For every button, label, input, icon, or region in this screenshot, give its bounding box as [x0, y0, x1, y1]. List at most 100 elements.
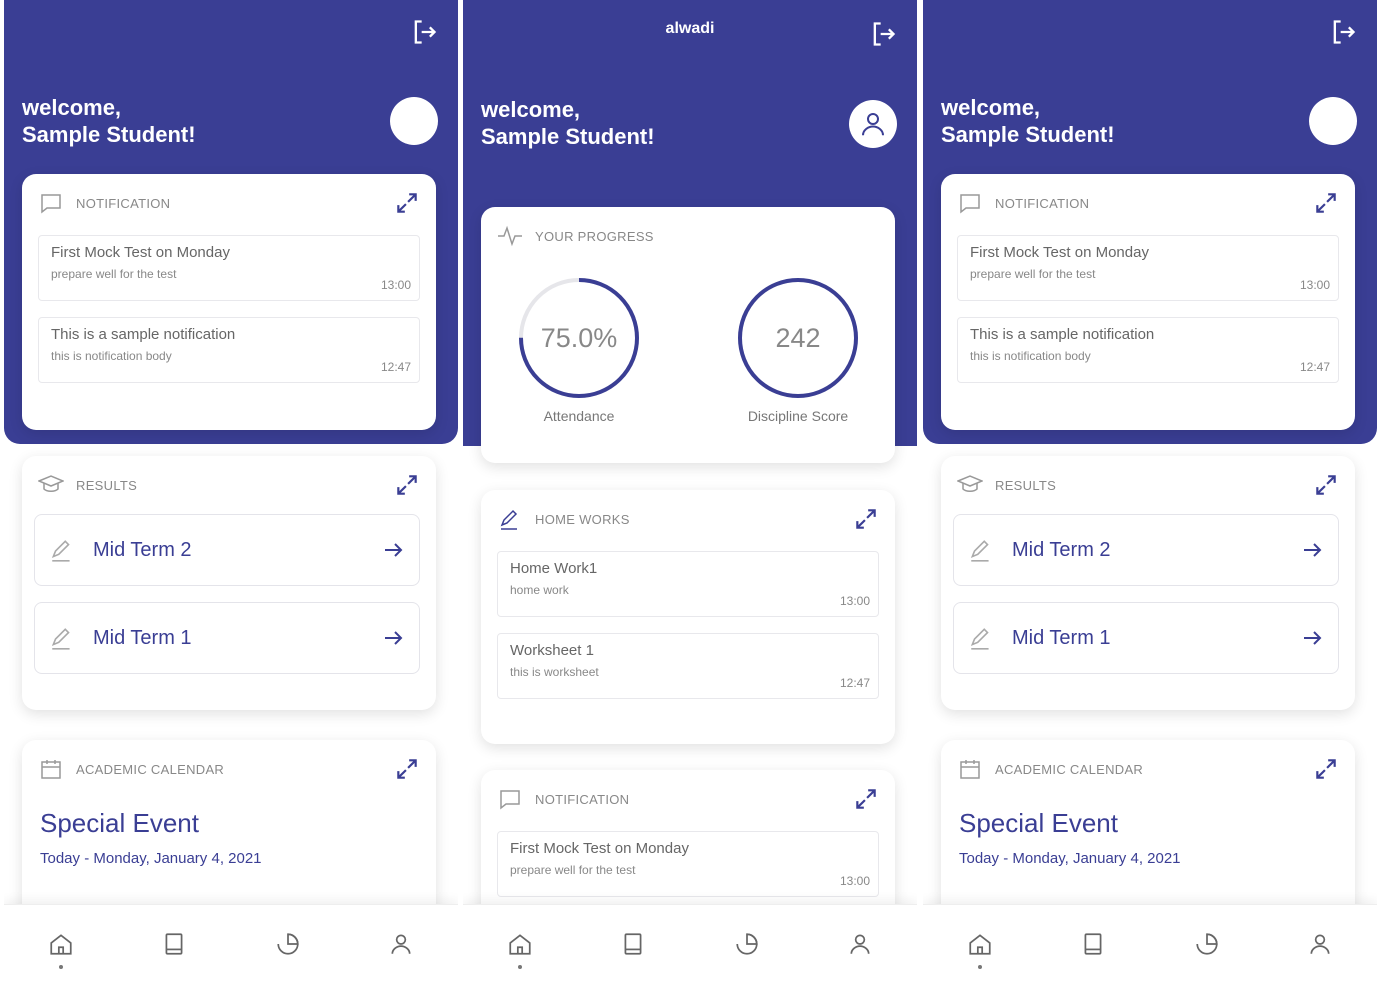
arrow-right-icon[interactable] — [1300, 626, 1324, 650]
tab-books[interactable] — [613, 931, 653, 971]
pie-chart-icon — [1196, 933, 1218, 955]
book-icon — [1084, 933, 1102, 955]
notification-item[interactable]: This is a sample notification this is no… — [957, 317, 1339, 383]
expand-icon[interactable] — [1313, 190, 1339, 216]
tab-profile[interactable] — [840, 931, 880, 971]
calendar-card-title: ACADEMIC CALENDAR — [995, 761, 1144, 777]
notification-item-time: 12:47 — [380, 360, 411, 374]
progress-card: YOUR PROGRESS 75.0% Attendance 242 Disci… — [481, 207, 895, 463]
notification-item-time: 12:47 — [1299, 360, 1330, 374]
home-icon — [969, 934, 991, 955]
homework-item-body: home work — [510, 583, 569, 597]
notification-item-title: First Mock Test on Monday — [510, 840, 689, 857]
avatar[interactable] — [849, 100, 897, 148]
notification-item-time: 13:00 — [1299, 278, 1330, 292]
notification-item[interactable]: First Mock Test on Monday prepare well f… — [38, 235, 420, 301]
active-tab-indicator — [977, 965, 982, 969]
phone-screen-3: welcome, Sample Student! NOTIFICATION Fi… — [923, 0, 1377, 996]
result-item-label: Mid Term 1 — [1012, 626, 1111, 649]
book-icon — [165, 933, 183, 955]
event-date: Today - Monday, January 4, 2021 — [959, 850, 1181, 867]
arrow-right-icon[interactable] — [381, 626, 405, 650]
pulse-icon — [497, 223, 523, 249]
result-item-label: Mid Term 2 — [1012, 538, 1111, 561]
pencil-icon — [970, 540, 989, 562]
graduation-cap-icon — [957, 472, 983, 498]
logout-icon[interactable] — [869, 20, 897, 48]
logout-icon[interactable] — [410, 18, 438, 46]
user-icon — [391, 934, 411, 954]
logout-icon[interactable] — [1329, 18, 1357, 46]
notification-item-time: 13:00 — [839, 874, 870, 888]
results-card-header: RESULTS — [957, 472, 1339, 498]
result-item[interactable]: Mid Term 2 — [34, 514, 420, 586]
tab-books[interactable] — [154, 931, 194, 971]
user-icon — [862, 113, 884, 136]
tab-home[interactable] — [41, 931, 81, 971]
bottom-tab-bar — [4, 904, 458, 996]
bottom-tab-bar — [923, 904, 1377, 996]
calendar-icon — [38, 756, 64, 782]
tab-profile[interactable] — [381, 931, 421, 971]
homework-item[interactable]: Home Work1 home work 13:00 — [497, 551, 879, 617]
chat-bubble-icon — [38, 190, 64, 216]
notification-card-header: NOTIFICATION — [38, 190, 420, 216]
tab-reports[interactable] — [727, 931, 767, 971]
results-card-title: RESULTS — [76, 477, 138, 493]
arrow-right-icon[interactable] — [1300, 538, 1324, 562]
calendar-icon — [957, 756, 983, 782]
expand-icon[interactable] — [853, 786, 879, 812]
result-item[interactable]: Mid Term 1 — [953, 602, 1339, 674]
notification-item[interactable]: First Mock Test on Monday prepare well f… — [497, 831, 879, 897]
homeworks-card-title: HOME WORKS — [535, 511, 630, 527]
results-card: RESULTS Mid Term 2 Mid Term 1 — [941, 456, 1355, 710]
homework-item-body: this is worksheet — [510, 665, 599, 679]
avatar[interactable] — [1309, 97, 1357, 145]
event-title[interactable]: Special Event — [40, 808, 199, 839]
expand-icon[interactable] — [1313, 472, 1339, 498]
homework-item-title: Worksheet 1 — [510, 642, 594, 659]
attendance-label: Attendance — [543, 408, 615, 424]
bottom-tab-bar — [463, 904, 917, 996]
result-item[interactable]: Mid Term 1 — [34, 602, 420, 674]
result-item-label: Mid Term 2 — [93, 538, 192, 561]
arrow-right-icon[interactable] — [381, 538, 405, 562]
discipline-label: Discipline Score — [747, 408, 849, 424]
attendance-value: 75.0% — [540, 322, 618, 353]
student-name: Sample Student! — [481, 124, 655, 149]
notification-item-time: 13:00 — [380, 278, 411, 292]
pencil-icon — [970, 628, 989, 650]
results-card: RESULTS Mid Term 2 Mid Term 1 — [22, 456, 436, 710]
homework-item-title: Home Work1 — [510, 560, 598, 577]
welcome-greeting: welcome, — [481, 97, 581, 122]
expand-icon[interactable] — [1313, 756, 1339, 782]
expand-icon[interactable] — [394, 190, 420, 216]
expand-icon[interactable] — [853, 506, 879, 532]
notification-card-title: NOTIFICATION — [535, 791, 630, 807]
user-icon — [850, 934, 870, 954]
result-item[interactable]: Mid Term 2 — [953, 514, 1339, 586]
tab-home[interactable] — [500, 931, 540, 971]
user-icon — [1310, 934, 1330, 954]
calendar-card-header: ACADEMIC CALENDAR — [957, 756, 1339, 782]
expand-icon[interactable] — [394, 472, 420, 498]
event-title[interactable]: Special Event — [959, 808, 1118, 839]
tab-books[interactable] — [1073, 931, 1113, 971]
notification-item[interactable]: First Mock Test on Monday prepare well f… — [957, 235, 1339, 301]
welcome-text: welcome, Sample Student! — [481, 96, 655, 150]
tab-home[interactable] — [960, 931, 1000, 971]
homework-item[interactable]: Worksheet 1 this is worksheet 12:47 — [497, 633, 879, 699]
tab-reports[interactable] — [1187, 931, 1227, 971]
pencil-icon — [497, 506, 523, 532]
notification-item-title: First Mock Test on Monday — [51, 244, 230, 261]
chat-bubble-icon — [497, 786, 523, 812]
notification-card-title: NOTIFICATION — [995, 195, 1090, 211]
tab-profile[interactable] — [1300, 931, 1340, 971]
tab-reports[interactable] — [268, 931, 308, 971]
screens: welcome, Sample Student! NOTIFICATION Fi… — [0, 0, 1380, 996]
notification-item[interactable]: This is a sample notification this is no… — [38, 317, 420, 383]
notification-item-body: prepare well for the test — [51, 267, 177, 281]
expand-icon[interactable] — [394, 756, 420, 782]
avatar[interactable] — [390, 97, 438, 145]
phone-screen-1: welcome, Sample Student! NOTIFICATION Fi… — [4, 0, 458, 996]
